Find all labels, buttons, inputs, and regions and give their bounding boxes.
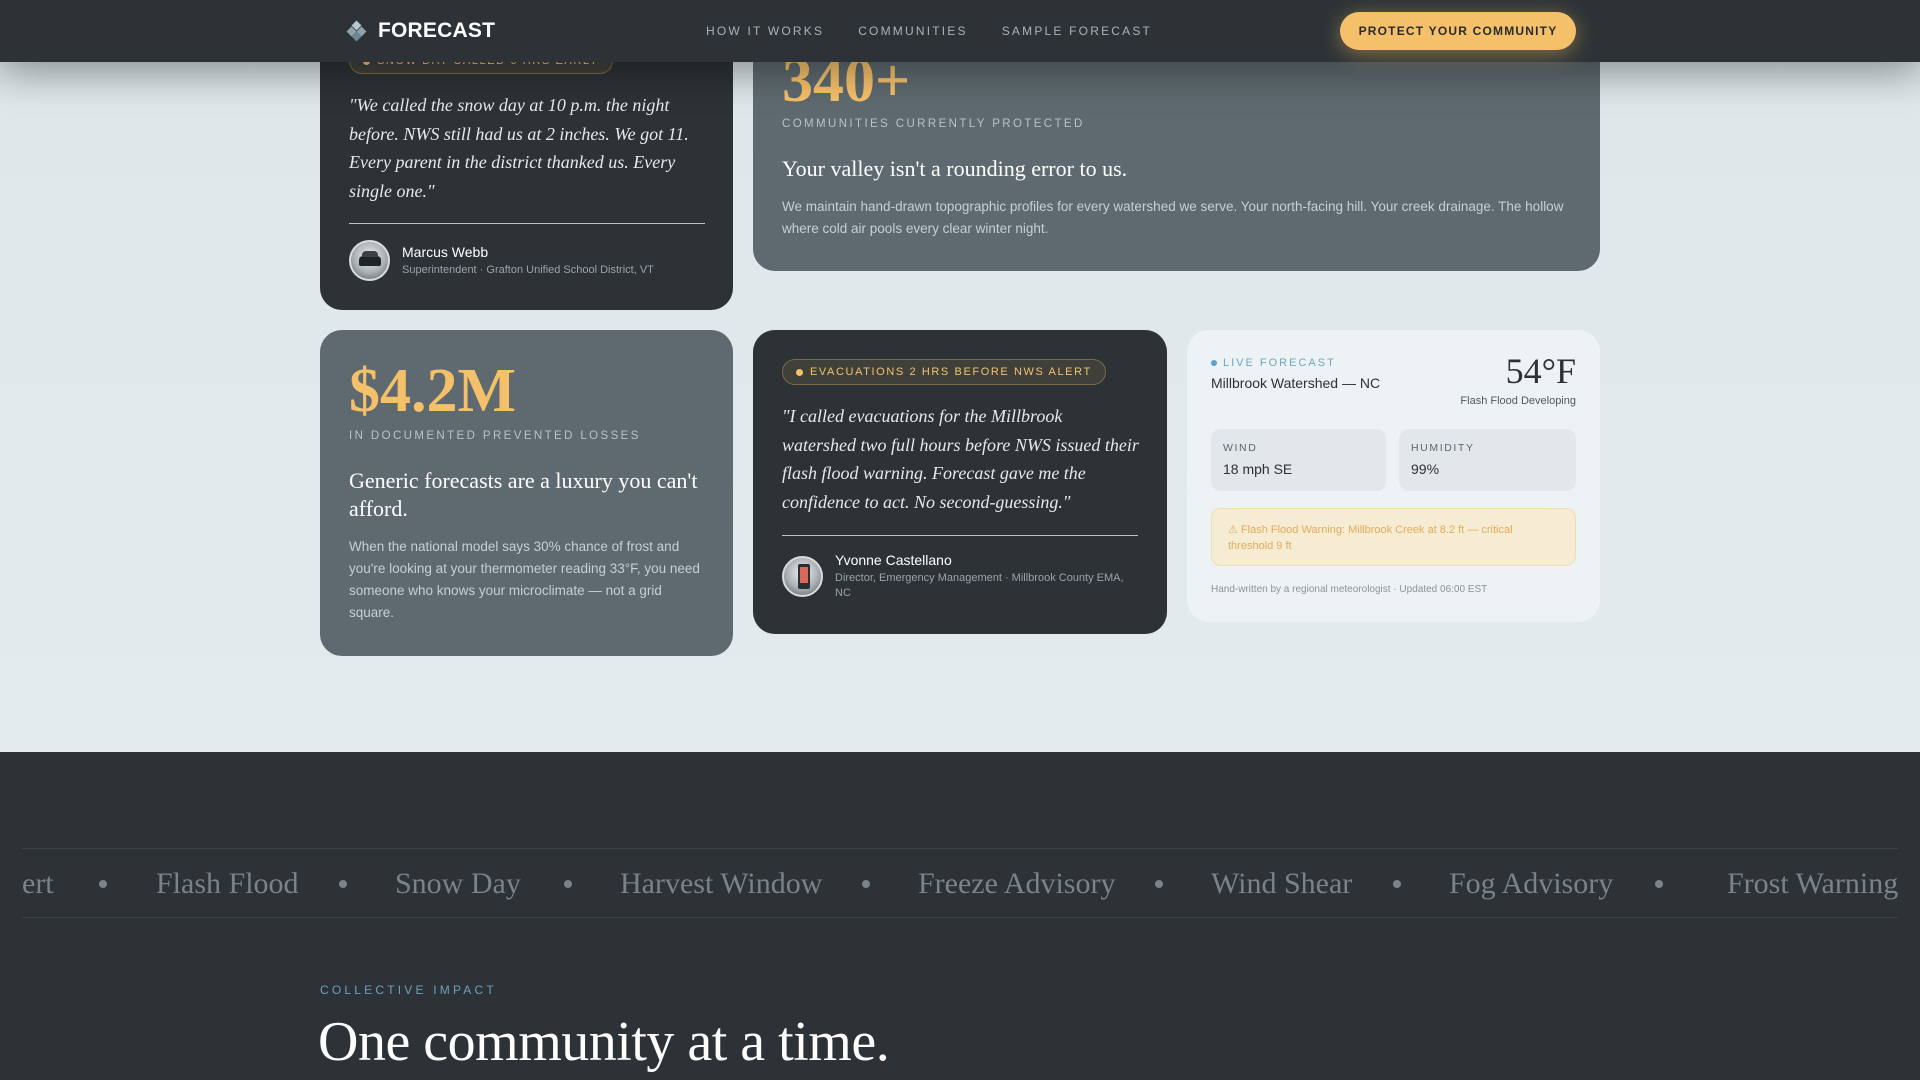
live-forecast-label: LIVE FORECAST	[1211, 357, 1336, 369]
humidity-label: HUMIDITY	[1411, 442, 1475, 454]
testimonial-badge: EVACUATIONS 2 HRS BEFORE NWS ALERT	[782, 359, 1106, 385]
section-eyebrow: COLLECTIVE IMPACT	[320, 983, 497, 997]
avatar	[349, 240, 390, 281]
flood-alert: ⚠ Flash Flood Warning: Millbrook Creek a…	[1211, 508, 1576, 566]
testimonial-author: Yvonne Castellano Director, Emergency Ma…	[782, 552, 1142, 601]
nav-link-sample-forecast[interactable]: SAMPLE FORECAST	[1002, 24, 1152, 38]
testimonial-divider	[349, 223, 705, 224]
wind-metric: WIND 18 mph SE	[1211, 429, 1386, 491]
ticker-item: Fog Advisory	[1449, 867, 1614, 900]
badge-text: EVACUATIONS 2 HRS BEFORE NWS ALERT	[810, 366, 1092, 378]
live-forecast-widget: LIVE FORECAST Millbrook Watershed — NC 5…	[1187, 330, 1600, 622]
brand-logo[interactable]: FORECAST	[346, 0, 496, 62]
stat-heading: Generic forecasts are a luxury you can't…	[349, 468, 698, 521]
author-role: Superintendent · Grafton Unified School …	[402, 263, 654, 276]
nav-links: HOW IT WORKS COMMUNITIES SAMPLE FORECAST	[706, 0, 1152, 62]
testimonial-divider	[782, 535, 1138, 536]
ticker-item: Flash Flood	[156, 867, 299, 900]
stat-value: $4.2M	[349, 357, 517, 425]
brand-name: FORECAST	[378, 19, 496, 42]
author-name: Yvonne Castellano	[835, 552, 952, 568]
nav-link-communities[interactable]: COMMUNITIES	[858, 24, 968, 38]
top-navbar: FORECAST HOW IT WORKS COMMUNITIES SAMPLE…	[0, 0, 1920, 62]
stat-label: COMMUNITIES CURRENTLY PROTECTED	[782, 118, 1085, 130]
forecast-location: Millbrook Watershed — NC	[1211, 375, 1381, 391]
ticker-item: Snow Day	[395, 867, 521, 900]
nav-link-how-it-works[interactable]: HOW IT WORKS	[706, 24, 824, 38]
testimonial-card-evacuations: EVACUATIONS 2 HRS BEFORE NWS ALERT "I ca…	[753, 330, 1167, 634]
testimonials-section: SNOW DAY CALLED 6 HRS EARLY "We called t…	[0, 0, 1920, 752]
hazard-ticker: ert Flash Flood Snow Day Harvest Window …	[22, 848, 1898, 918]
ticker-item: Harvest Window	[620, 867, 823, 900]
ticker-separator-dot	[99, 880, 107, 888]
stat-body: We maintain hand-drawn topographic profi…	[782, 199, 1564, 236]
widget-footer: Hand-written by a regional meteorologist…	[1211, 584, 1488, 595]
stat-card-prevented-losses: $4.2M IN DOCUMENTED PREVENTED LOSSES Gen…	[320, 330, 733, 656]
testimonial-quote: "We called the snow day at 10 p.m. the n…	[349, 95, 689, 201]
avatar	[782, 556, 823, 597]
author-role: Director, Emergency Management · Millbro…	[835, 572, 1124, 599]
ticker-separator-dot	[564, 880, 572, 888]
ticker-separator-dot	[1393, 880, 1401, 888]
wind-label: WIND	[1223, 442, 1258, 454]
humidity-metric: HUMIDITY 99%	[1399, 429, 1576, 491]
stat-heading: Your valley isn't a rounding error to us…	[782, 156, 1128, 181]
snowflake-logo-icon	[346, 20, 367, 42]
stat-body: When the national model says 30% chance …	[349, 539, 700, 620]
testimonial-quote: "I called evacuations for the Millbrook …	[782, 406, 1139, 512]
badge-dot-icon	[796, 368, 803, 376]
section-headline: One community at a time.	[318, 1011, 890, 1073]
ticker-item: Wind Shear	[1211, 867, 1353, 900]
ticker-separator-dot	[1155, 880, 1163, 888]
forecast-condition: Flash Flood Developing	[1460, 395, 1576, 407]
stat-label: IN DOCUMENTED PREVENTED LOSSES	[349, 430, 641, 442]
humidity-value: 99%	[1411, 461, 1440, 477]
ticker-item: Freeze Advisory	[918, 867, 1116, 900]
ticker-item: ert	[22, 867, 54, 900]
ticker-separator-dot	[862, 880, 870, 888]
ticker-item: Frost Warning	[1727, 867, 1899, 900]
stat-card-communities: 340+ COMMUNITIES CURRENTLY PROTECTED You…	[753, 28, 1600, 271]
live-dot-icon	[1211, 360, 1217, 366]
protect-community-button[interactable]: PROTECT YOUR COMMUNITY	[1340, 12, 1576, 50]
ticker-separator-dot	[339, 880, 347, 888]
ticker-separator-dot	[1655, 880, 1663, 888]
testimonial-author: Marcus Webb Superintendent · Grafton Uni…	[349, 240, 654, 281]
wind-value: 18 mph SE	[1223, 461, 1293, 477]
author-name: Marcus Webb	[402, 243, 489, 260]
forecast-temperature: 54°F	[1505, 351, 1576, 391]
testimonial-card-snow-day: SNOW DAY CALLED 6 HRS EARLY "We called t…	[320, 28, 733, 310]
